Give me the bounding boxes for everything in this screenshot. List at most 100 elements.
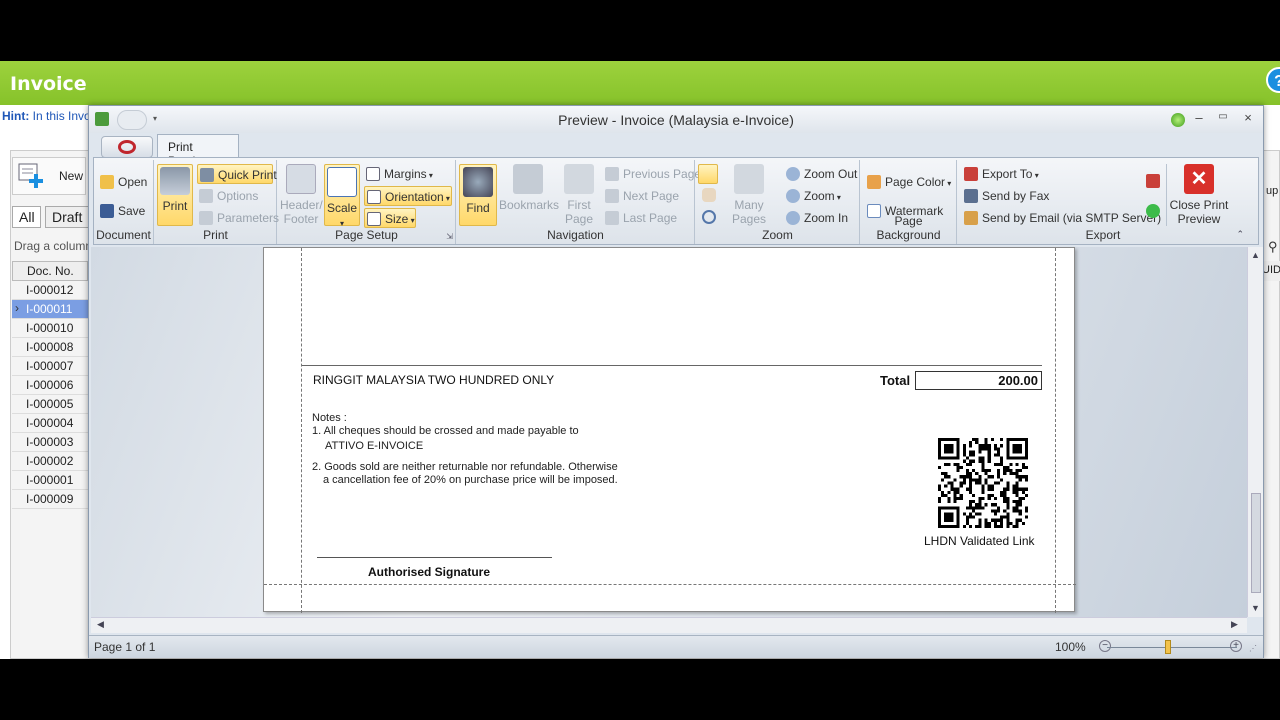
zoom-in-button[interactable]: Zoom In bbox=[784, 208, 848, 228]
scroll-up-icon[interactable]: ▲ bbox=[1251, 250, 1260, 260]
table-row[interactable]: I-000006 bbox=[12, 376, 88, 395]
table-row[interactable]: I-000009 bbox=[12, 490, 88, 509]
hand-tool-icon[interactable] bbox=[702, 188, 716, 202]
table-row[interactable]: I-000007 bbox=[12, 357, 88, 376]
open-button[interactable]: Open bbox=[98, 172, 147, 192]
scroll-down-icon[interactable]: ▼ bbox=[1251, 603, 1260, 613]
margin-left-guide bbox=[301, 248, 302, 613]
zoom-slider-track[interactable] bbox=[1107, 647, 1237, 648]
size-label: Size bbox=[385, 212, 409, 226]
vertical-scrollbar[interactable]: ▲ ▼ bbox=[1247, 247, 1263, 617]
grid-search-icon[interactable]: ⚲ bbox=[1268, 239, 1278, 255]
orientation-button[interactable]: Orientation bbox=[364, 186, 452, 206]
header-footer-icon bbox=[286, 164, 316, 194]
zoom-in-icon bbox=[786, 211, 800, 225]
signature-line bbox=[317, 557, 552, 558]
last-page-button[interactable]: Last Page bbox=[603, 208, 677, 228]
tab-print-preview[interactable]: Print Preview bbox=[157, 134, 239, 168]
header-footer-label-2: Footer bbox=[283, 212, 319, 226]
tab-draft[interactable]: Draft bbox=[45, 206, 91, 228]
last-page-label: Last Page bbox=[623, 211, 678, 225]
horizontal-scrollbar[interactable]: ◀ ▶ bbox=[91, 617, 1247, 633]
grid-right-button[interactable]: up bbox=[1266, 185, 1278, 197]
send-fax-button[interactable]: Send by Fax bbox=[962, 186, 1049, 206]
print-button[interactable]: Print bbox=[157, 164, 193, 226]
invoice-page: RINGGIT MALAYSIA TWO HUNDRED ONLY Total … bbox=[263, 247, 1076, 613]
margins-button[interactable]: Margins bbox=[364, 164, 433, 184]
zoom-out-label: Zoom Out bbox=[804, 167, 858, 181]
bookmarks-button[interactable]: Bookmarks bbox=[499, 164, 559, 212]
totals-separator bbox=[302, 365, 1042, 366]
scale-button[interactable]: Scale bbox=[324, 164, 360, 229]
resize-grip-icon[interactable]: ⋰ bbox=[1249, 644, 1257, 653]
close-print-preview-button[interactable]: ✕ Close Print Preview bbox=[1168, 164, 1230, 226]
group-export: Export To Send by Fax Send by Email (via… bbox=[958, 160, 1248, 244]
zoom-button[interactable]: Zoom bbox=[784, 186, 841, 206]
floppy-icon bbox=[100, 204, 114, 218]
folder-icon bbox=[100, 175, 114, 189]
fax-icon bbox=[964, 189, 978, 203]
magnifier-tool-icon[interactable] bbox=[702, 210, 716, 224]
table-row[interactable]: I-000012 bbox=[12, 281, 88, 300]
doc-grid: Doc. No. I-000012 › I-000011 I-000010 I-0000… bbox=[12, 261, 88, 509]
table-row[interactable]: I-000001 bbox=[12, 471, 88, 490]
save-button[interactable]: Save bbox=[98, 201, 145, 221]
minimize-button[interactable]: – bbox=[1189, 110, 1209, 128]
options-button[interactable]: Options bbox=[197, 186, 258, 206]
zoom-slider-thumb[interactable] bbox=[1165, 640, 1171, 654]
first-page-label-1: First bbox=[567, 198, 591, 212]
tab-all[interactable]: All bbox=[12, 206, 41, 228]
next-page-button[interactable]: Next Page bbox=[603, 186, 679, 206]
first-page-button[interactable]: First Page bbox=[559, 164, 599, 226]
header-footer-button[interactable]: Header/Footer bbox=[280, 164, 323, 226]
previous-page-button[interactable]: Previous Page bbox=[603, 164, 701, 184]
many-pages-button[interactable]: Many Pages bbox=[720, 164, 778, 226]
zoom-out-button[interactable]: Zoom Out bbox=[784, 164, 857, 184]
group-print-caption: Print bbox=[203, 228, 228, 242]
print-label: Print bbox=[162, 199, 188, 213]
uid-cell[interactable] bbox=[1262, 284, 1280, 300]
parameters-button[interactable]: Parameters bbox=[197, 208, 279, 228]
page-setup-launcher-icon[interactable]: ⇲ bbox=[446, 232, 453, 241]
find-button[interactable]: Find bbox=[459, 164, 497, 226]
table-row[interactable]: › I-000011 bbox=[12, 300, 88, 319]
scroll-left-icon[interactable]: ◀ bbox=[97, 619, 104, 630]
collapse-ribbon-icon[interactable]: ⌃ bbox=[1236, 229, 1244, 240]
zoom-in-label: Zoom In bbox=[804, 211, 849, 225]
ribbon: Open Save Document Print Quick Print Opt… bbox=[93, 157, 1259, 245]
whatsapp-icon[interactable] bbox=[1146, 204, 1160, 218]
send-email-button[interactable]: Send by Email (via SMTP Server) bbox=[962, 208, 1161, 228]
table-row[interactable]: I-000003 bbox=[12, 433, 88, 452]
quick-printer-icon bbox=[200, 168, 214, 182]
close-window-button[interactable]: × bbox=[1238, 110, 1258, 128]
table-row[interactable]: I-000005 bbox=[12, 395, 88, 414]
grid-header-doc-no[interactable]: Doc. No. bbox=[12, 261, 88, 281]
signature-label: Authorised Signature bbox=[368, 565, 491, 579]
zoom-out-icon bbox=[786, 167, 800, 181]
total-value: 200.00 bbox=[915, 371, 1042, 390]
help-icon[interactable]: ? bbox=[1266, 67, 1280, 93]
scale-icon bbox=[327, 167, 357, 197]
table-row[interactable]: I-000004 bbox=[12, 414, 88, 433]
table-row[interactable]: I-000002 bbox=[12, 452, 88, 471]
group-page-setup: Header/Footer Scale Margins Orientation … bbox=[278, 160, 456, 244]
quick-print-button[interactable]: Quick Print bbox=[197, 164, 277, 184]
maximize-button[interactable]: ▭ bbox=[1213, 111, 1233, 129]
export-divider bbox=[1166, 164, 1167, 226]
grid-header-uid[interactable]: UID bbox=[1262, 261, 1280, 281]
export-to-button[interactable]: Export To bbox=[962, 164, 1039, 184]
pointer-tool-icon[interactable] bbox=[698, 164, 718, 184]
table-row[interactable]: I-000008 bbox=[12, 338, 88, 357]
zoom-decrease-icon[interactable]: − bbox=[1099, 640, 1111, 652]
pdf-export-icon[interactable] bbox=[1146, 174, 1160, 188]
app-logo-icon bbox=[118, 140, 136, 154]
zoom-increase-icon[interactable]: + bbox=[1230, 640, 1242, 652]
new-button[interactable]: New bbox=[12, 157, 86, 195]
scroll-right-icon[interactable]: ▶ bbox=[1231, 619, 1238, 630]
vertical-scroll-thumb[interactable] bbox=[1251, 493, 1261, 593]
table-row[interactable]: I-000010 bbox=[12, 319, 88, 338]
application-menu-button[interactable] bbox=[101, 136, 153, 158]
size-button[interactable]: Size bbox=[364, 208, 416, 228]
page-color-button[interactable]: Page Color bbox=[865, 172, 951, 192]
zoom-percent[interactable]: 100% bbox=[1055, 640, 1086, 654]
